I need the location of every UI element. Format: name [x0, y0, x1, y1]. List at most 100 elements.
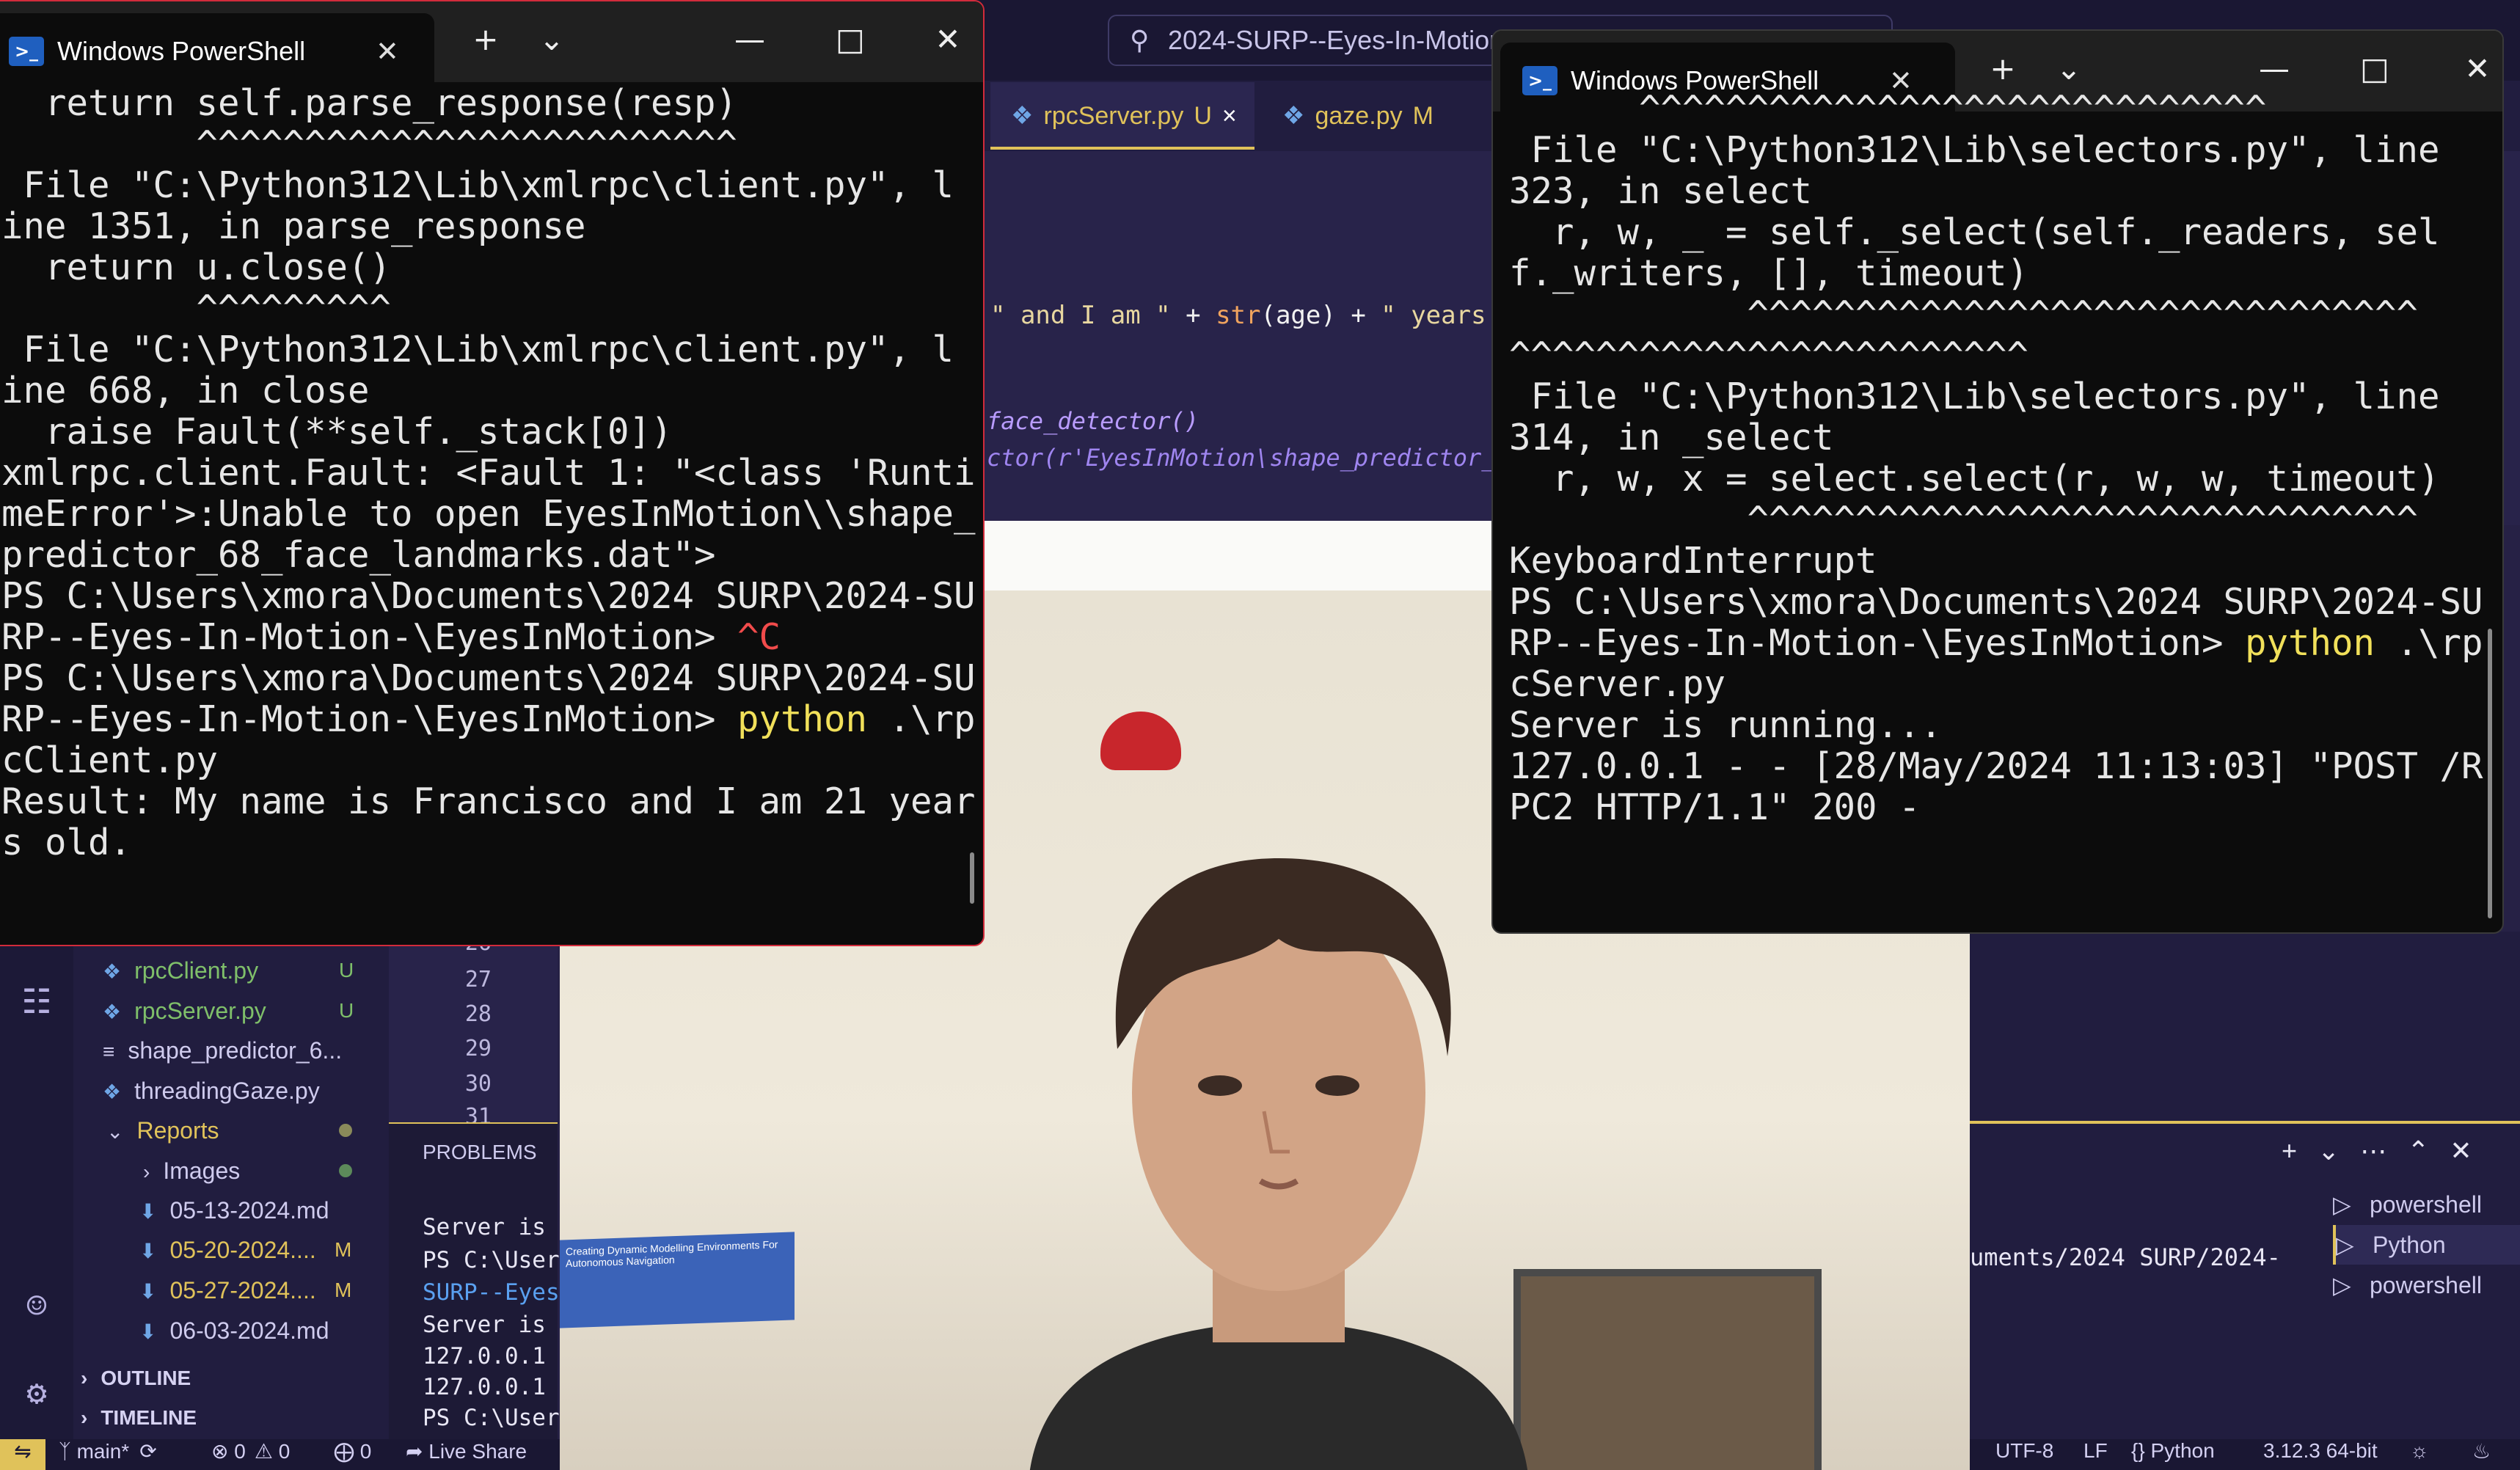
explorer-file-report-0527[interactable]: ⬇ 05-27-2024.... — [139, 1271, 316, 1309]
terminal-tab[interactable]: >_ Windows PowerShell ✕ — [0, 13, 434, 82]
status-ports[interactable]: ⨁ 0 — [334, 1439, 371, 1470]
terminal-prompt: RP--Eyes-In-Motion-\EyesInMotion> ^C — [1, 616, 983, 658]
chevron-down-icon[interactable]: ⌄ — [2318, 1136, 2360, 1166]
shell-label: powershell — [2370, 1272, 2482, 1298]
terminal-line: r, w, _ = self._select(self._readers, se… — [1509, 211, 2440, 253]
git-badge: U — [339, 959, 354, 981]
warning-icon: ⚠ — [254, 1440, 279, 1463]
explorer-file-report-0513[interactable]: ⬇ 05-13-2024.md — [139, 1191, 329, 1229]
code-line: face_detector() — [987, 407, 1199, 435]
git-badge: U — [339, 999, 354, 1022]
terminal-line: File "C:\Python312\Lib\xmlrpc\client.py"… — [1, 164, 954, 206]
explorer-file-report-0520[interactable]: ⬇ 05-20-2024.... — [139, 1231, 316, 1269]
explorer-file-threadinggaze[interactable]: ❖ threadingGaze.py — [103, 1072, 320, 1110]
dropdown-icon[interactable]: ⌄ — [2039, 47, 2098, 91]
explorer-file-report-0603[interactable]: ⬇ 06-03-2024.md — [139, 1312, 329, 1350]
terminal-line: 127.0.0.1 - - [28/May/2024 11:13:03] "PO… — [1509, 745, 2483, 787]
terminal-line: cClient.py — [1, 739, 219, 781]
minimize-icon[interactable]: — — [2245, 47, 2304, 91]
error-icon: ⊗ — [211, 1440, 235, 1463]
settings-icon[interactable]: ⚙ — [15, 1370, 59, 1414]
terminal-output[interactable]: ^^^^^^^^^^^^^^^^^^^^^^^^^^^^^ File "C:\P… — [1509, 88, 2502, 828]
file-name: 05-20-2024.... — [169, 1237, 316, 1263]
tab-label: rpcServer.py — [1043, 102, 1184, 130]
new-tab-icon[interactable]: + — [1973, 47, 2032, 91]
tab-rpcserver[interactable]: ❖ rpcServer.py U × — [990, 82, 1254, 150]
more-icon[interactable]: ⋯ — [2360, 1136, 2407, 1166]
live-share-icon: ➦ — [406, 1440, 429, 1463]
terminal-line: ^^^^^^^^^^^^^^^^^^^^^^^^^^^^^ — [1509, 88, 2267, 130]
terminal-output[interactable]: return self.parse_response(resp) ^^^^^^^… — [1, 82, 983, 863]
chevron-right-icon: › — [143, 1160, 150, 1183]
status-branch[interactable]: ᛉ main* ⟳ — [59, 1439, 157, 1470]
tab-problems[interactable]: PROBLEMS — [423, 1141, 537, 1164]
explorer-file-rpcclient[interactable]: ❖ rpcClient.py — [103, 951, 258, 990]
terminal-instance-python[interactable]: ▷ Python — [2333, 1225, 2520, 1265]
terminal-instance-powershell[interactable]: ▷ powershell — [2333, 1265, 2520, 1305]
status-problems[interactable]: ⊗ 0 ⚠ 0 — [211, 1439, 290, 1470]
explorer-folder-reports[interactable]: ⌄ Reports — [106, 1111, 219, 1149]
terminal-line: ^^^^^^^^^^^^^^^^^^^^^^^^^^^^^^^ — [1509, 499, 2419, 541]
chat-icon[interactable]: ☷ — [15, 979, 59, 1023]
door — [1513, 1269, 1822, 1470]
terminal-line: SURP--Eyes — [423, 1279, 560, 1306]
panel-border — [1970, 1121, 2520, 1124]
tab-gaze[interactable]: ❖ gaze.py M — [1262, 82, 1453, 150]
account-icon[interactable]: ☺ — [15, 1284, 59, 1328]
close-window-icon[interactable]: ✕ — [918, 18, 977, 62]
maximize-icon[interactable]: □ — [2345, 47, 2404, 91]
python-file-icon: ❖ — [103, 1001, 122, 1023]
prompt-path: RP--Eyes-In-Motion-\EyesInMotion> — [1, 616, 738, 658]
add-terminal-icon[interactable]: + — [2282, 1136, 2318, 1166]
terminal-line: return u.close() — [1, 246, 392, 288]
terminal-icon: ▷ — [2333, 1272, 2351, 1298]
explorer-file-shape-predictor[interactable]: ≡ shape_predictor_6... — [103, 1031, 342, 1069]
copilot-icon[interactable]: ☼ — [2410, 1439, 2429, 1470]
close-tab-icon[interactable]: ✕ — [376, 35, 399, 67]
panel-actions[interactable]: +⌄⋯⌃✕ — [2282, 1136, 2493, 1166]
code-function: str — [1216, 301, 1261, 330]
status-live-share[interactable]: ➦ Live Share — [406, 1439, 527, 1470]
explorer-file-rpcserver[interactable]: ❖ rpcServer.py — [103, 992, 266, 1030]
code-line: " and I am " + str(age) + " years ol — [990, 301, 1531, 330]
new-tab-icon[interactable]: + — [456, 18, 515, 62]
close-icon[interactable]: ✕ — [2450, 1136, 2492, 1166]
maximize-icon[interactable]: □ — [821, 18, 880, 62]
terminal-line: File "C:\Python312\Lib\selectors.py", li… — [1509, 129, 2440, 171]
terminal-prompt: RP--Eyes-In-Motion-\EyesInMotion> python… — [1509, 622, 2502, 664]
file-name: 06-03-2024.md — [169, 1317, 329, 1344]
terminal-instance-powershell[interactable]: ▷ powershell — [2333, 1185, 2520, 1224]
status-eol[interactable]: LF — [2083, 1439, 2108, 1470]
notifications-icon[interactable]: ♨ — [2472, 1439, 2491, 1470]
status-language[interactable]: {} Python — [2131, 1439, 2215, 1470]
file-name: rpcServer.py — [134, 998, 266, 1024]
minimize-icon[interactable]: — — [720, 18, 779, 62]
scrollbar-thumb[interactable] — [2488, 629, 2492, 918]
chevron-up-icon[interactable]: ⌃ — [2407, 1136, 2450, 1166]
ports-count: 0 — [359, 1440, 372, 1463]
status-interpreter[interactable]: 3.12.3 64-bit — [2263, 1439, 2378, 1470]
command-name: python — [737, 698, 868, 740]
poster-text: Creating Dynamic Modelling Environments … — [566, 1238, 778, 1270]
command-center-label: 2024-SURP--Eyes-In-Motion — [1168, 25, 1505, 55]
status-encoding[interactable]: UTF-8 — [1995, 1439, 2053, 1470]
prompt-path: RP--Eyes-In-Motion-\EyesInMotion> — [1509, 622, 2246, 664]
close-icon[interactable]: × — [1222, 102, 1237, 130]
powershell-window-server[interactable]: >_ Windows PowerShell ✕ + ⌄ — □ ✕ ^^^^^^… — [1491, 29, 2504, 934]
terminal-line: PC2 HTTP/1.1" 200 - — [1509, 786, 1921, 828]
close-window-icon[interactable]: ✕ — [2448, 47, 2502, 91]
powershell-window-client[interactable]: >_ Windows PowerShell ✕ + ⌄ — □ ✕ return… — [0, 0, 985, 946]
terminal-line: ^^^^^^^^^ — [1, 288, 392, 329]
outline-section[interactable]: › OUTLINE — [81, 1359, 191, 1397]
sync-icon[interactable]: ⟳ — [139, 1440, 156, 1463]
terminal-line: ^^^^^^^^^^^^^^^^^^^^^^^^^^^^^^^ — [1509, 293, 2419, 335]
shell-label: powershell — [2370, 1191, 2482, 1218]
terminal-line: s old. — [1, 822, 132, 863]
scrollbar-thumb[interactable] — [970, 852, 974, 904]
timeline-section[interactable]: › TIMELINE — [81, 1399, 197, 1437]
python-file-icon: ❖ — [103, 1080, 122, 1103]
dropdown-icon[interactable]: ⌄ — [522, 18, 581, 62]
remote-icon[interactable]: ⇋ — [0, 1439, 45, 1470]
explorer-folder-images[interactable]: › Images — [143, 1152, 240, 1190]
ports-icon: ⨁ — [334, 1440, 360, 1463]
